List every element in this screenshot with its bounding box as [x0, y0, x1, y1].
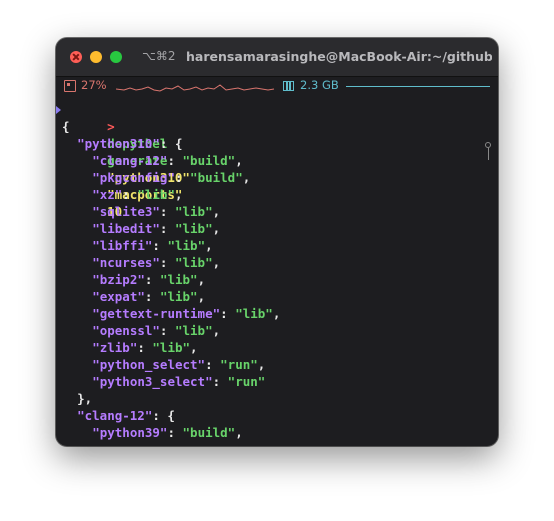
- json-value: "lib": [137, 187, 175, 202]
- memory-module-icon: [283, 81, 294, 91]
- window-title: harensamarasinghe@MacBook-Air:~/github/d…: [186, 49, 492, 64]
- json-entry: "ncurses": "lib",: [92, 255, 221, 270]
- json-key: "xz": [92, 187, 123, 202]
- terminal-window: ⌥⌘2 harensamarasinghe@MacBook-Air:~/gith…: [56, 38, 498, 446]
- json-value: "run": [220, 357, 258, 372]
- cpu-sparkline: [116, 84, 275, 92]
- json-key: "python_select": [92, 357, 206, 372]
- maximize-window-button[interactable]: [110, 51, 122, 63]
- json-key: "ncurses": [92, 255, 160, 270]
- json-entry: "expat": "lib",: [92, 289, 206, 304]
- json-value: "lib": [235, 306, 273, 321]
- json-group: "clang-12": {: [77, 408, 175, 423]
- json-value: "run": [227, 374, 266, 389]
- tab-shortcut: ⌥⌘2: [142, 49, 176, 63]
- json-key: "pkgconfig": [92, 170, 175, 185]
- json-value: "lib": [174, 323, 213, 338]
- prompt-marker-icon: [56, 106, 61, 114]
- minimize-window-button[interactable]: [90, 51, 102, 63]
- scroll-marker-icon[interactable]: [484, 142, 492, 162]
- json-group-close: },: [77, 390, 92, 407]
- json-entry: "bzip2": "lib",: [92, 272, 206, 287]
- json-key: "zlib": [92, 340, 138, 355]
- json-entry: "pkgconfig": "build",: [92, 170, 251, 185]
- json-entry: "python3_select": "run": [92, 374, 266, 389]
- command-line: > depythel generate "python310" "macport…: [62, 101, 190, 219]
- prompt-symbol: >: [107, 119, 115, 134]
- json-value: "build": [182, 425, 236, 440]
- cpu-chip-icon: [64, 80, 76, 92]
- json-entry: "libffi": "lib",: [92, 238, 213, 253]
- json-value: "build": [182, 153, 236, 168]
- json-value: "lib": [152, 340, 191, 355]
- json-value: "lib": [174, 255, 213, 270]
- json-key: "expat": [92, 289, 145, 304]
- json-group: "python310": {: [77, 136, 183, 151]
- json-value: "build": [190, 170, 243, 185]
- json-value: "lib": [174, 221, 213, 236]
- memory-graph: [346, 86, 490, 87]
- json-entry: "clang-12": "build",: [92, 153, 243, 168]
- json-open-brace: {: [62, 119, 70, 134]
- close-icon: [73, 54, 79, 60]
- json-group-close: },: [77, 391, 93, 406]
- json-key: "bzip2": [92, 272, 145, 287]
- json-group-key: "clang-12": [77, 408, 153, 423]
- close-window-button[interactable]: [70, 51, 82, 63]
- json-entry: "python39": "build",: [92, 425, 243, 440]
- json-value: "lib": [167, 238, 206, 253]
- json-key: "python39": [92, 425, 168, 440]
- json-value: "lib": [159, 289, 198, 304]
- json-key: "gettext-runtime": [92, 306, 221, 321]
- json-key: "libffi": [92, 238, 153, 253]
- json-entry: "openssl": "lib",: [92, 323, 221, 338]
- json-key: "libedit": [92, 221, 160, 236]
- json-entry: "libedit": "lib",: [92, 221, 221, 236]
- json-entry: "sqlite3": "lib",: [92, 204, 221, 219]
- json-key: "openssl": [92, 323, 160, 338]
- json-entry: "zlib": "lib",: [92, 340, 198, 355]
- terminal-output[interactable]: > depythel generate "python310" "macport…: [56, 102, 498, 446]
- json-key: "python3_select": [92, 374, 213, 389]
- memory-usage: 2.3 GB: [300, 78, 339, 92]
- status-bar: 27% 2.3 GB: [56, 77, 498, 99]
- json-entry: "xz": "lib",: [92, 187, 183, 202]
- json-entry: "gettext-runtime": "lib",: [92, 306, 281, 321]
- json-value: "lib": [174, 204, 213, 219]
- json-key: "clang-12": [92, 153, 168, 168]
- cpu-usage: 27%: [81, 78, 107, 92]
- title-bar[interactable]: ⌥⌘2 harensamarasinghe@MacBook-Air:~/gith…: [56, 38, 498, 77]
- json-key: "sqlite3": [92, 204, 160, 219]
- json-group-key: "python310": [77, 136, 160, 151]
- json-entry: "python_select": "run",: [92, 357, 266, 372]
- json-value: "lib": [159, 272, 198, 287]
